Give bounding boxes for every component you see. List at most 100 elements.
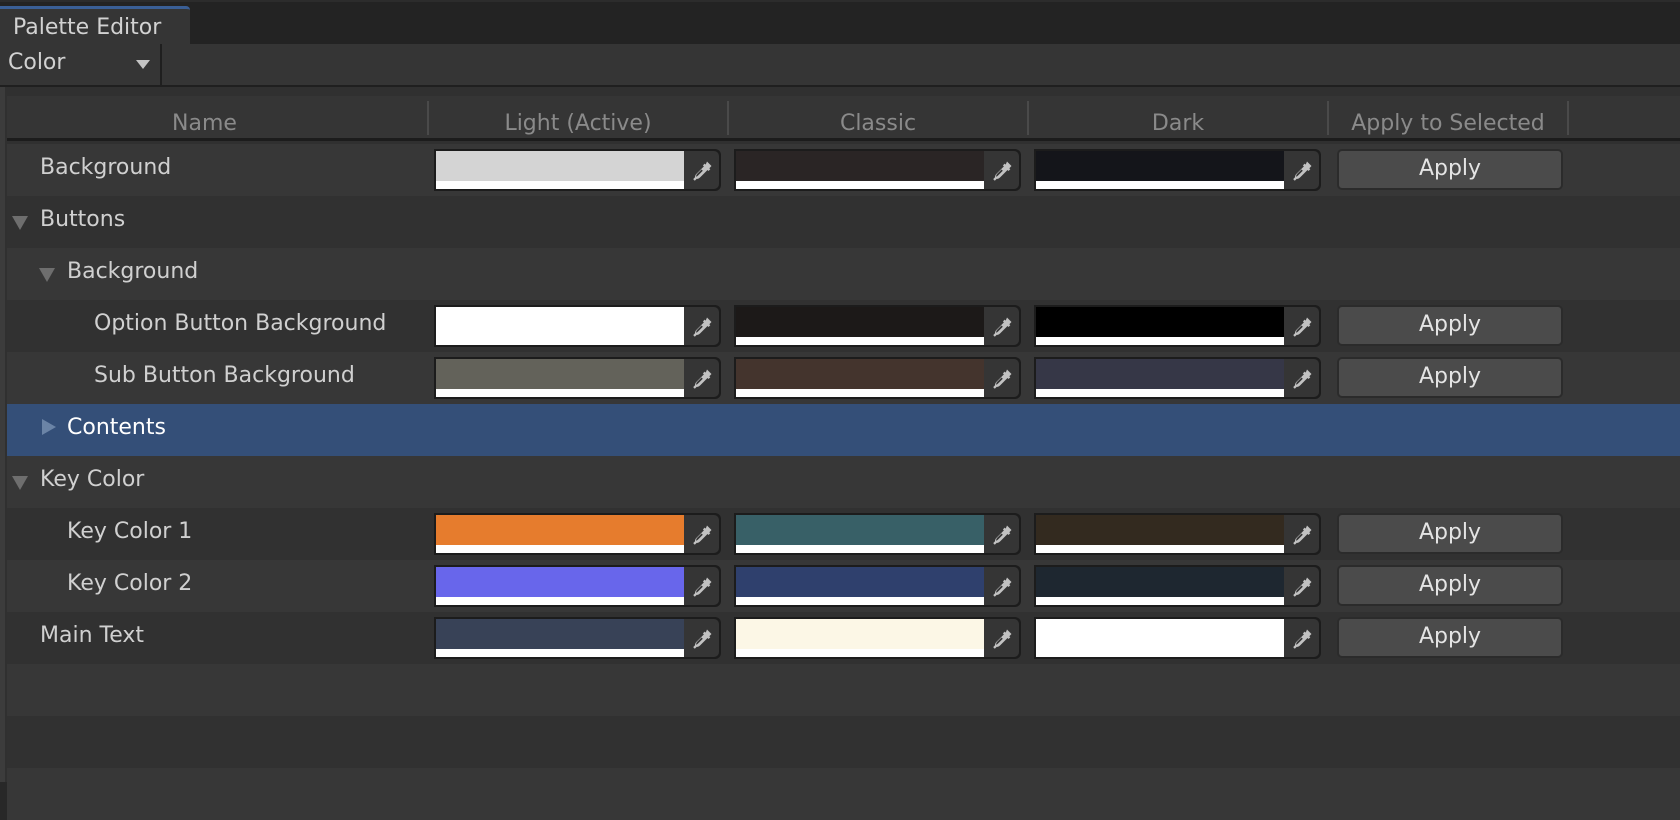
eyedropper-button[interactable] (984, 619, 1019, 657)
eyedropper-icon (693, 317, 712, 337)
color-field-dark[interactable] (1034, 617, 1321, 659)
color-swatch[interactable] (736, 151, 984, 189)
eyedropper-button[interactable] (1284, 619, 1319, 657)
eyedropper-button[interactable] (684, 151, 719, 189)
column-header-apply[interactable]: Apply to Selected (1329, 106, 1567, 140)
color-swatch[interactable] (1036, 619, 1284, 657)
eyedropper-icon (1293, 577, 1312, 597)
color-swatch[interactable] (1036, 567, 1284, 605)
apply-button[interactable]: Apply (1337, 617, 1563, 658)
color-field-light[interactable] (434, 305, 721, 347)
tab-palette-editor[interactable]: Palette Editor (0, 6, 190, 46)
eyedropper-button[interactable] (984, 359, 1019, 397)
color-field-classic[interactable] (734, 305, 1021, 347)
eyedropper-button[interactable] (684, 515, 719, 553)
color-field-classic[interactable] (734, 513, 1021, 555)
table-row[interactable]: Background Apply (7, 144, 1680, 196)
eyedropper-button[interactable] (1284, 151, 1319, 189)
color-swatch[interactable] (736, 307, 984, 345)
color-field-classic[interactable] (734, 565, 1021, 607)
eyedropper-button[interactable] (1284, 359, 1319, 397)
color-swatch[interactable] (736, 359, 984, 397)
alpha-bar (736, 337, 984, 345)
tree-group-row[interactable]: Contents (7, 404, 1680, 456)
triangle-down-icon[interactable] (12, 476, 28, 490)
color-field-light[interactable] (434, 513, 721, 555)
eyedropper-icon (1293, 317, 1312, 337)
mode-dropdown[interactable]: Color (0, 44, 162, 85)
column-resize-handle[interactable] (1567, 101, 1569, 135)
color-value (1036, 307, 1284, 337)
eyedropper-button[interactable] (684, 307, 719, 345)
color-field-dark[interactable] (1034, 513, 1321, 555)
column-header-light[interactable]: Light (Active) (429, 106, 727, 140)
color-swatch[interactable] (436, 151, 684, 189)
eyedropper-button[interactable] (684, 619, 719, 657)
color-value (436, 567, 684, 597)
color-field-classic[interactable] (734, 357, 1021, 399)
eyedropper-button[interactable] (984, 151, 1019, 189)
color-field-dark[interactable] (1034, 305, 1321, 347)
table-row[interactable]: Sub Button Background Apply (7, 352, 1680, 404)
table-row[interactable]: Option Button Background Apply (7, 300, 1680, 352)
tree-group-row[interactable]: Buttons (7, 196, 1680, 248)
color-swatch[interactable] (1036, 515, 1284, 553)
color-swatch[interactable] (1036, 307, 1284, 345)
mode-dropdown-value: Color (8, 50, 66, 75)
color-value (736, 307, 984, 337)
color-field-classic[interactable] (734, 617, 1021, 659)
color-field-dark[interactable] (1034, 357, 1321, 399)
color-field-light[interactable] (434, 357, 721, 399)
tree-group-row[interactable]: Background (7, 248, 1680, 300)
column-header-dark[interactable]: Dark (1029, 106, 1327, 140)
color-swatch[interactable] (736, 619, 984, 657)
color-swatch[interactable] (1036, 359, 1284, 397)
apply-button[interactable]: Apply (1337, 565, 1563, 606)
table-row[interactable]: Key Color 1 Apply (7, 508, 1680, 560)
row-name: Main Text (40, 623, 145, 648)
tab-bar: Palette Editor (0, 0, 1680, 46)
apply-button[interactable]: Apply (1337, 149, 1563, 190)
eyedropper-button[interactable] (984, 567, 1019, 605)
color-swatch[interactable] (436, 515, 684, 553)
triangle-down-icon[interactable] (39, 268, 55, 282)
color-value (736, 619, 984, 649)
eyedropper-button[interactable] (984, 515, 1019, 553)
column-header-classic[interactable]: Classic (729, 106, 1027, 140)
apply-button[interactable]: Apply (1337, 305, 1563, 346)
eyedropper-button[interactable] (1284, 515, 1319, 553)
eyedropper-button[interactable] (1284, 567, 1319, 605)
eyedropper-button[interactable] (1284, 307, 1319, 345)
color-swatch[interactable] (1036, 151, 1284, 189)
color-swatch[interactable] (436, 307, 684, 345)
color-field-light[interactable] (434, 565, 721, 607)
color-swatch[interactable] (736, 567, 984, 605)
alpha-bar (736, 389, 984, 397)
column-header-name[interactable]: Name (7, 106, 402, 140)
table-row[interactable]: Key Color 2 Apply (7, 560, 1680, 612)
color-field-light[interactable] (434, 617, 721, 659)
eyedropper-icon (1293, 525, 1312, 545)
apply-button[interactable]: Apply (1337, 357, 1563, 398)
color-swatch[interactable] (436, 567, 684, 605)
eyedropper-button[interactable] (984, 307, 1019, 345)
color-swatch[interactable] (436, 619, 684, 657)
color-swatch[interactable] (736, 515, 984, 553)
color-swatch[interactable] (436, 359, 684, 397)
color-value (436, 307, 684, 337)
eyedropper-icon (993, 577, 1012, 597)
color-field-classic[interactable] (734, 149, 1021, 191)
table-row[interactable]: Main Text Apply (7, 612, 1680, 664)
color-field-light[interactable] (434, 149, 721, 191)
color-field-dark[interactable] (1034, 149, 1321, 191)
triangle-down-icon[interactable] (12, 216, 28, 230)
apply-button[interactable]: Apply (1337, 513, 1563, 554)
empty-row (7, 716, 1680, 768)
tree-group-row[interactable]: Key Color (7, 456, 1680, 508)
eyedropper-icon (993, 317, 1012, 337)
row-name: Key Color 1 (67, 519, 193, 544)
triangle-right-icon[interactable] (42, 419, 56, 435)
color-field-dark[interactable] (1034, 565, 1321, 607)
eyedropper-button[interactable] (684, 359, 719, 397)
eyedropper-button[interactable] (684, 567, 719, 605)
